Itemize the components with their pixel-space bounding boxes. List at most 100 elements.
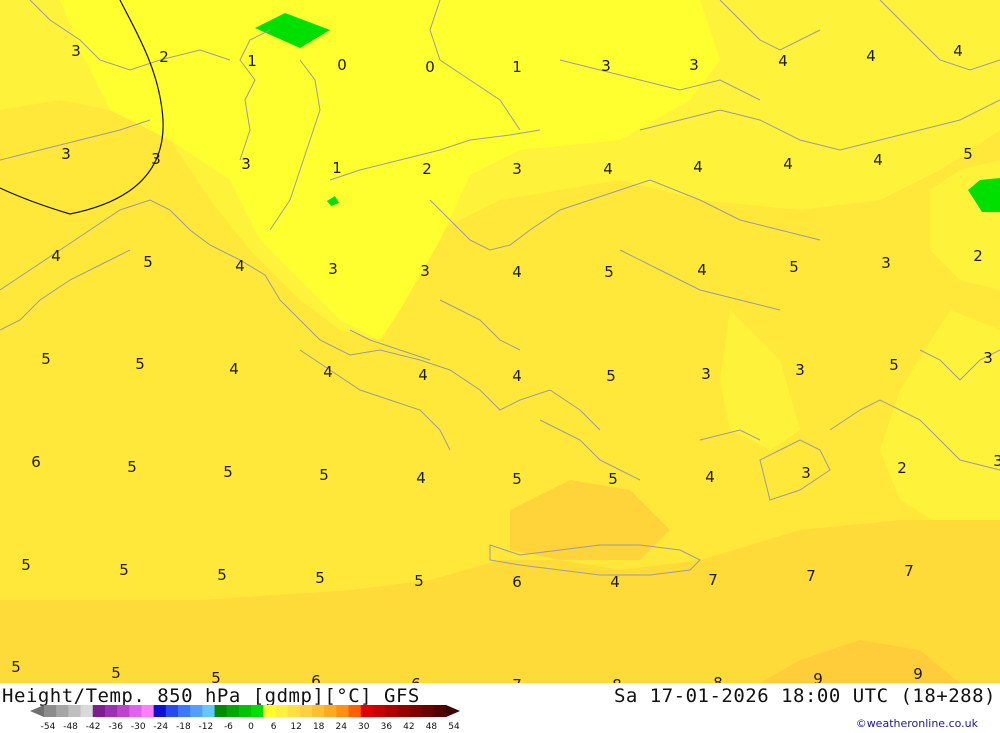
temperature-value-label: 4 (603, 160, 613, 178)
scale-swatch (56, 705, 69, 717)
scale-swatch (44, 705, 57, 717)
temperature-value-label: 5 (11, 658, 21, 676)
temperature-value-label: 5 (512, 470, 522, 488)
temperature-value-label: 0 (337, 56, 347, 74)
scale-swatch (117, 705, 130, 717)
temperature-value-label: 6 (512, 573, 522, 591)
scale-tick-label: -12 (199, 722, 214, 732)
temperature-value-label: 5 (315, 569, 325, 587)
scale-swatch (238, 705, 252, 717)
scale-swatch (92, 705, 106, 717)
temperature-value-label: 2 (897, 459, 907, 477)
temperature-value-label: 6 (311, 672, 321, 683)
temperature-value-label: 3 (795, 361, 805, 379)
temperature-value-label: 4 (873, 151, 883, 169)
temperature-value-label: 5 (217, 566, 227, 584)
temperature-value-label: 2 (973, 247, 983, 265)
scale-swatch (68, 705, 82, 717)
temperature-value-label: 4 (229, 360, 239, 378)
scale-tick-label: 12 (290, 722, 301, 732)
temperature-value-label: 5 (414, 572, 424, 590)
temperature-value-label: 5 (41, 350, 51, 368)
temperature-value-label: 4 (610, 573, 620, 591)
temperature-value-label: 5 (119, 561, 129, 579)
scale-arrow-left (30, 705, 44, 717)
temperature-value-label: 4 (778, 52, 788, 70)
temperature-value-label: 1 (247, 52, 257, 70)
scale-swatch (141, 705, 155, 717)
scale-tick-label: -36 (108, 722, 123, 732)
scale-swatch (421, 705, 435, 717)
temperature-value-label: 1 (332, 159, 342, 177)
temperature-value-label: 3 (993, 452, 1000, 470)
temperature-value-label: 3 (601, 57, 611, 75)
map-title: Height/Temp. 850 hPa [gdmp][°C] GFS (2, 685, 420, 707)
temperature-value-label: 9 (913, 665, 923, 683)
scale-tick-label: -30 (131, 722, 146, 732)
scale-swatch (202, 705, 216, 717)
temperature-value-label: 4 (512, 367, 522, 385)
temperature-value-label: 3 (151, 150, 161, 168)
temperature-value-label: 5 (608, 470, 618, 488)
temperature-value-label: 4 (697, 261, 707, 279)
scale-swatch (336, 705, 350, 717)
scale-tick-label: 0 (248, 722, 254, 732)
temperature-value-label: 5 (319, 466, 329, 484)
temperature-value-label: 4 (953, 42, 963, 60)
scale-swatch (251, 705, 264, 717)
scale-swatch (287, 705, 301, 717)
scale-swatch (226, 705, 240, 717)
temperature-value-label: 7 (904, 562, 914, 580)
temperature-value-label: 5 (606, 367, 616, 385)
scale-tick-label: 48 (426, 722, 438, 732)
scale-swatch (178, 705, 191, 717)
temperature-value-label: 9 (813, 670, 823, 683)
temperature-value-label: 3 (701, 365, 711, 383)
temperature-value-label: 5 (127, 458, 137, 476)
temperature-value-label: 4 (866, 47, 876, 65)
scale-swatch (263, 705, 276, 717)
scale-swatch (372, 705, 386, 717)
temperature-value-label: 5 (211, 669, 221, 683)
scale-swatch (385, 705, 398, 717)
temperature-value-label: 8 (612, 676, 622, 683)
color-scale-swatches (30, 705, 460, 717)
scale-swatch (324, 705, 337, 717)
temperature-value-label: 3 (801, 464, 811, 482)
map-canvas: 3 2 1 0 0 1 3 3 4 4 4 3 3 3 1 2 3 4 4 4 4 5 4 5 4 3 3 4 5 4 5 3 2 5 5 4 4 4 4 5… (0, 0, 1000, 683)
scale-tick-label: -42 (86, 722, 101, 732)
temperature-value-label: 4 (783, 155, 793, 173)
temperature-value-label: 3 (983, 349, 993, 367)
temperature-value-label: 0 (425, 58, 435, 76)
temperature-value-label: 2 (422, 160, 432, 178)
temperature-value-label: 5 (889, 356, 899, 374)
map-datetime: Sa 17-01-2026 18:00 UTC (18+288) (613, 685, 996, 707)
temperature-value-label: 5 (963, 145, 973, 163)
scale-tick-label: 54 (448, 722, 460, 732)
scale-tick-label: 24 (335, 722, 347, 732)
temperature-value-label: 5 (223, 463, 233, 481)
scale-swatch (348, 705, 362, 717)
temperature-value-label: 7 (708, 571, 718, 589)
scale-swatch (433, 705, 447, 717)
temperature-value-label: 7 (512, 676, 522, 683)
scale-swatch (360, 705, 374, 717)
temperature-value-label: 3 (689, 56, 699, 74)
temperature-value-label: 5 (604, 263, 614, 281)
scale-tick-label: -6 (224, 722, 233, 732)
temperature-value-label: 4 (512, 263, 522, 281)
scale-tick-label: -48 (63, 722, 78, 732)
scale-tick-label: 36 (381, 722, 393, 732)
temperature-value-label: 3 (512, 160, 522, 178)
temperature-value-label: 4 (705, 468, 715, 486)
scale-swatch (80, 705, 94, 717)
temperature-value-label: 8 (713, 674, 723, 683)
scale-tick-label: 6 (271, 722, 277, 732)
color-scale-ticks: -54 -48 -42 -36 -30 -24 -18 -12 -6 0 6 12 18 24 30 36 42… (41, 722, 460, 732)
credit-link[interactable]: ©weatheronline.co.uk (856, 717, 978, 730)
temperature-value-label: 4 (418, 366, 428, 384)
scale-tick-label: 18 (313, 722, 325, 732)
temperature-value-label: 4 (235, 257, 245, 275)
temperature-value-label: 3 (881, 254, 891, 272)
scale-tick-label: 30 (358, 722, 370, 732)
